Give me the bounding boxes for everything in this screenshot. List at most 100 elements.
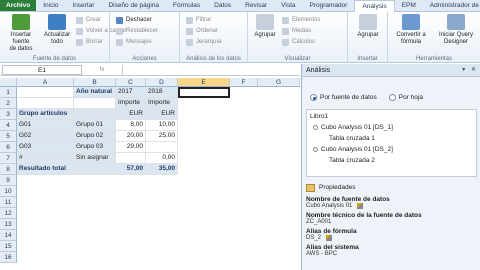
messages-button[interactable]: Mensajes: [116, 37, 152, 47]
row-header-3[interactable]: 3: [0, 109, 17, 120]
row-header-1[interactable]: 1: [0, 87, 17, 98]
row-header-12[interactable]: 12: [0, 208, 17, 219]
cell-a7[interactable]: #: [17, 153, 74, 164]
query-designer-button[interactable]: Iniciar Query Designer: [434, 14, 478, 46]
averages-button[interactable]: Medias: [282, 26, 311, 36]
column-header-e[interactable]: E: [178, 78, 230, 87]
cell-b7[interactable]: Sin asignar: [74, 153, 116, 164]
tab-insertar[interactable]: Insertar: [65, 0, 101, 11]
tab-formulas[interactable]: Fórmulas: [166, 0, 207, 11]
elements-button[interactable]: Elementos: [282, 15, 320, 25]
cell-a1[interactable]: [17, 87, 74, 98]
cell-b5[interactable]: Grupo 02: [74, 131, 116, 142]
pane-dropdown-icon[interactable]: ▾: [462, 67, 465, 73]
calculations-button[interactable]: Cálculos: [282, 37, 315, 47]
row-header-4[interactable]: 4: [0, 120, 17, 131]
insert-group-button[interactable]: Agrupar: [354, 14, 382, 39]
select-all-corner[interactable]: [0, 78, 17, 87]
cell-c4[interactable]: 8,00: [116, 120, 146, 131]
cell-b6[interactable]: Grupo 03: [74, 142, 116, 153]
row-header-6[interactable]: 6: [0, 142, 17, 153]
edit-icon[interactable]: [357, 203, 364, 209]
tab-revisar[interactable]: Revisar: [238, 0, 274, 11]
cell-d8[interactable]: 35,00: [146, 164, 178, 175]
convert-formula-button[interactable]: Convertir a fórmula: [390, 14, 432, 46]
cell-a5[interactable]: G02: [17, 131, 74, 142]
radio-by-sheet[interactable]: Por hoja: [388, 94, 423, 101]
column-header-g[interactable]: G: [258, 78, 300, 87]
cell-b2[interactable]: [74, 98, 116, 109]
tab-vista[interactable]: Vista: [274, 0, 302, 11]
tree-item-cube-ds2[interactable]: Cubo Analysis 01 [DS_2]: [313, 146, 393, 153]
tab-administrador-datos[interactable]: Administrador de datos: [423, 0, 480, 11]
cell-b3[interactable]: [74, 109, 116, 120]
filter-button[interactable]: Filtrar: [186, 15, 211, 25]
cell-a4[interactable]: G01: [17, 120, 74, 131]
row-header-14[interactable]: 14: [0, 230, 17, 241]
refresh-all-button[interactable]: Actualizar todo: [42, 14, 72, 46]
delete-button[interactable]: Borrar: [76, 37, 103, 47]
row-header-5[interactable]: 5: [0, 131, 17, 142]
cell-c8[interactable]: 57,00: [116, 164, 146, 175]
tree-item-crosstab-2[interactable]: Tabla cruzada 2: [329, 157, 375, 164]
row-header-15[interactable]: 15: [0, 241, 17, 252]
tab-diseno-pagina[interactable]: Diseño de página: [101, 0, 166, 11]
cell-c2[interactable]: Importe: [116, 98, 146, 109]
undo-button[interactable]: Deshacer: [116, 15, 152, 25]
cell-d1[interactable]: 2018: [146, 87, 178, 98]
row-header-16[interactable]: 16: [0, 252, 17, 263]
create-button[interactable]: Crear: [76, 15, 101, 25]
fx-icon[interactable]: fx: [82, 67, 122, 73]
row-header-2[interactable]: 2: [0, 98, 17, 109]
cell-c3[interactable]: EUR: [116, 109, 146, 120]
cell-d3[interactable]: EUR: [146, 109, 178, 120]
tree-item-cube-ds1[interactable]: Cubo Analysis 01 [DS_1]: [313, 124, 393, 131]
row-header-7[interactable]: 7: [0, 153, 17, 164]
column-header-f[interactable]: F: [230, 78, 258, 87]
column-header-a[interactable]: A: [17, 78, 74, 87]
row-header-9[interactable]: 9: [0, 175, 17, 186]
cell-a2[interactable]: [17, 98, 74, 109]
row-header-13[interactable]: 13: [0, 219, 17, 230]
cell-c6[interactable]: 29,00: [116, 142, 146, 153]
cell-c1[interactable]: 2017: [116, 87, 146, 98]
cell-c7[interactable]: [116, 153, 146, 164]
column-header-d[interactable]: D: [146, 78, 178, 87]
cell-a3[interactable]: Grupo artículos: [17, 109, 74, 120]
radio-by-source[interactable]: Por fuente de datos: [310, 94, 377, 101]
tree-item-workbook[interactable]: Libro1: [310, 113, 328, 120]
collapse-icon[interactable]: [313, 125, 318, 130]
cell-b4[interactable]: Grupo 01: [74, 120, 116, 131]
group-button[interactable]: Agrupar: [252, 14, 278, 39]
tab-epm[interactable]: EPM: [395, 0, 423, 11]
tree-item-crosstab-1[interactable]: Tabla cruzada 1: [329, 135, 375, 142]
pane-close-icon[interactable]: ✕: [471, 67, 476, 73]
column-header-b[interactable]: B: [74, 78, 116, 87]
cell-b8[interactable]: [74, 164, 116, 175]
tab-archivo[interactable]: Archivo: [0, 0, 37, 11]
column-header-c[interactable]: C: [116, 78, 146, 87]
cell-b1[interactable]: Año natural: [74, 87, 116, 98]
insert-data-source-button[interactable]: Insertar fuente de datos: [2, 14, 40, 53]
tab-inicio[interactable]: Inicio: [36, 0, 65, 11]
cell-d2[interactable]: Importe: [146, 98, 178, 109]
sort-button[interactable]: Ordenar: [186, 26, 218, 36]
name-box[interactable]: E1: [2, 64, 82, 75]
cell-d6[interactable]: [146, 142, 178, 153]
row-header-10[interactable]: 10: [0, 186, 17, 197]
cell-d7[interactable]: 0,00: [146, 153, 178, 164]
tab-datos[interactable]: Datos: [207, 0, 238, 11]
collapse-icon[interactable]: [313, 147, 318, 152]
formula-input[interactable]: [122, 64, 300, 75]
cell-e1-selected[interactable]: [178, 87, 230, 98]
cell-a6[interactable]: G03: [17, 142, 74, 153]
edit-icon[interactable]: [326, 235, 333, 241]
hierarchy-button[interactable]: Jerarquía: [186, 37, 221, 47]
cell-d4[interactable]: 10,00: [146, 120, 178, 131]
cell-c5[interactable]: 20,00: [116, 131, 146, 142]
cell-a8[interactable]: Resultado total: [17, 164, 74, 175]
row-header-11[interactable]: 11: [0, 197, 17, 208]
cell-d5[interactable]: 25,00: [146, 131, 178, 142]
row-header-8[interactable]: 8: [0, 164, 17, 175]
tab-programador[interactable]: Programador: [303, 0, 355, 11]
